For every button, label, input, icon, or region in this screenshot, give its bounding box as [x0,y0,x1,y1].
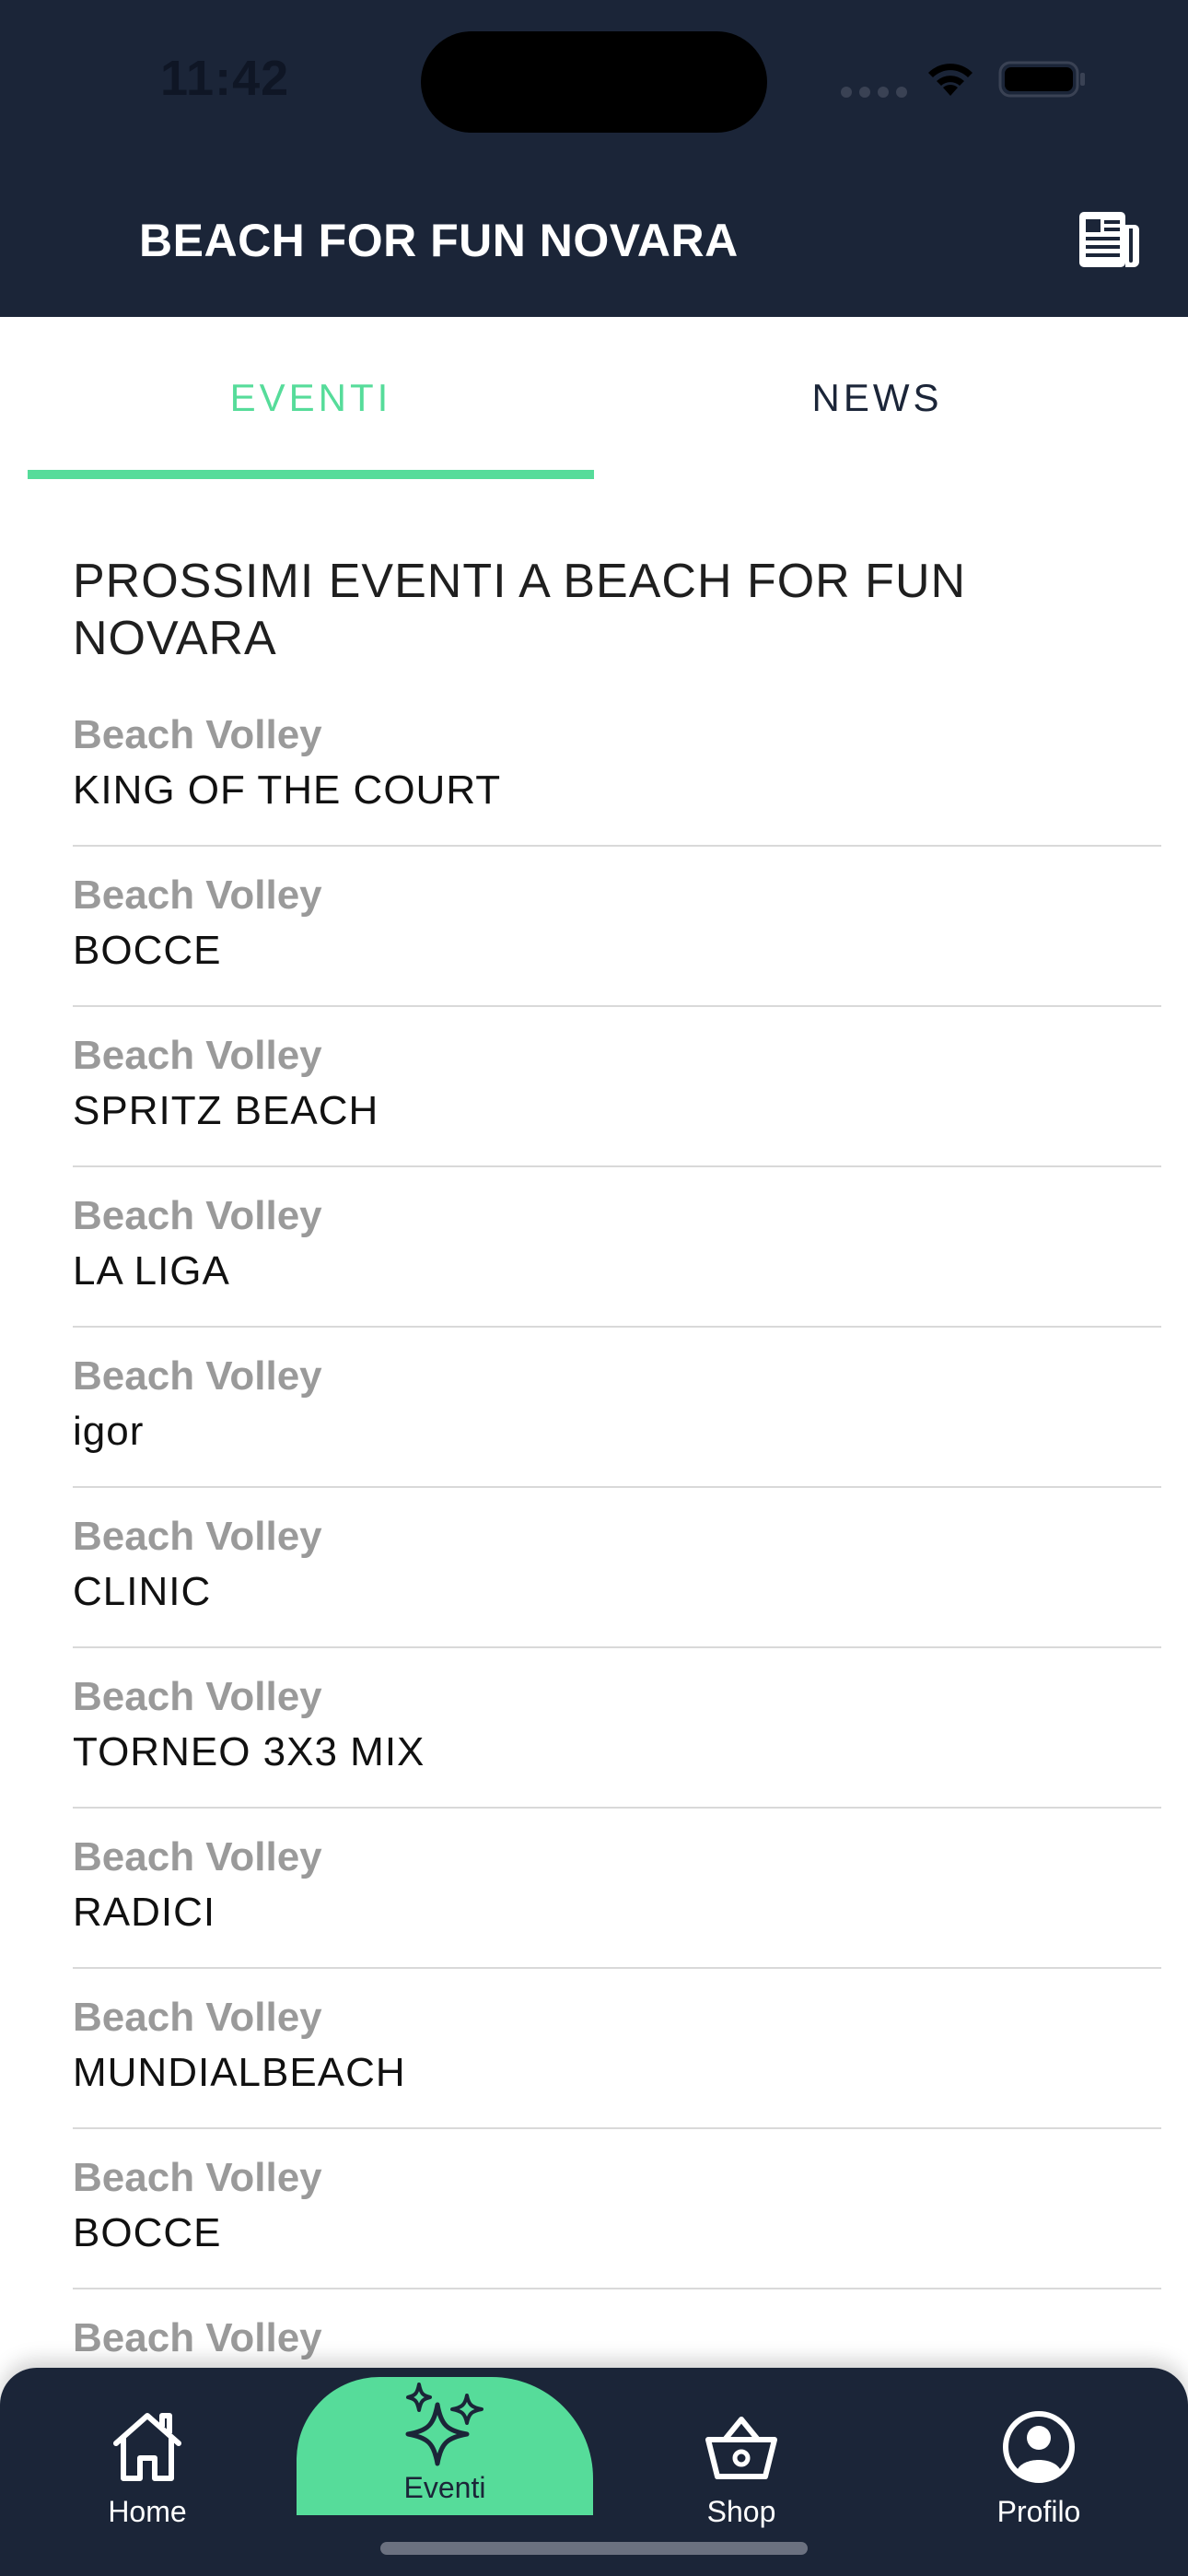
event-category: Beach Volley [73,1033,322,1078]
home-icon [113,2413,181,2481]
event-category: Beach Volley [73,712,322,757]
event-name: SPRITZ BEACH [73,1088,379,1133]
page-title: BEACH FOR FUN NOVARA [139,215,739,266]
event-item[interactable]: Beach Volley RADICI [73,1809,1161,1969]
event-item[interactable]: Beach Volley BOCCE [73,847,1161,1007]
event-name: BOCCE [73,928,222,973]
event-item[interactable]: Beach Volley BOCCE [73,2129,1161,2289]
newspaper-icon[interactable] [1077,210,1142,269]
tab-bar: EVENTI NEWS [0,317,1188,479]
basket-icon [705,2417,777,2479]
nav-eventi[interactable]: Eventi [297,2377,593,2515]
nav-profilo-label: Profilo [996,2495,1081,2528]
event-name: BOCCE [73,2210,222,2255]
event-name: RADICI [73,1890,216,1935]
event-item[interactable]: Beach Volley CLINIC [73,1488,1161,1648]
sparkles-icon [405,2383,483,2466]
event-category: Beach Volley [73,1353,322,1399]
user-circle-icon [1003,2411,1075,2483]
nav-shop-label: Shop [706,2495,776,2528]
nav-profilo[interactable]: Profilo [891,2381,1186,2547]
wifi-icon [928,64,973,96]
event-category: Beach Volley [73,1193,322,1238]
event-item[interactable]: Beach Volley igor [73,1328,1161,1488]
event-item[interactable]: Beach Volley SPRITZ BEACH [73,1007,1161,1167]
active-tab-indicator [28,470,594,479]
event-item[interactable]: Beach Volley TORNEO 3X3 MIX [73,1648,1161,1809]
tab-eventi[interactable]: EVENTI [28,317,594,479]
event-category: Beach Volley [73,872,322,918]
cellular-signal-icon [841,87,907,98]
event-item[interactable]: Beach Volley LA LIGA [73,1167,1161,1328]
nav-home[interactable]: Home [0,2381,295,2547]
nav-home-label: Home [108,2495,187,2528]
home-indicator [380,2542,808,2555]
nav-shop[interactable]: Shop [594,2381,889,2547]
nav-eventi-label: Eventi [403,2471,486,2504]
event-category: Beach Volley [73,1834,322,1879]
event-name: CLINIC [73,1569,212,1614]
status-time: 11:42 [160,51,290,106]
event-list: Beach Volley KING OF THE COURT Beach Vol… [73,686,1161,2450]
event-category: Beach Volley [73,2155,322,2200]
section-title: PROSSIMI EVENTI A BEACH FOR FUN NOVARA [73,555,967,665]
event-name: TORNEO 3X3 MIX [73,1729,425,1774]
event-category: Beach Volley [73,1514,322,1559]
dynamic-island [421,31,767,133]
event-name: igor [73,1409,145,1454]
app-header: 11:42 BEACH FOR FUN NOVARA [0,0,1188,317]
event-item[interactable]: Beach Volley KING OF THE COURT [73,686,1161,847]
event-category: Beach Volley [73,1674,322,1719]
event-category: Beach Volley [73,2315,322,2360]
event-name: LA LIGA [73,1248,230,1294]
battery-icon [998,61,1085,98]
event-category: Beach Volley [73,1995,322,2040]
event-item[interactable]: Beach Volley MUNDIALBEACH [73,1969,1161,2129]
tab-news[interactable]: NEWS [594,317,1160,479]
event-name: MUNDIALBEACH [73,2050,406,2095]
event-name: KING OF THE COURT [73,767,502,813]
